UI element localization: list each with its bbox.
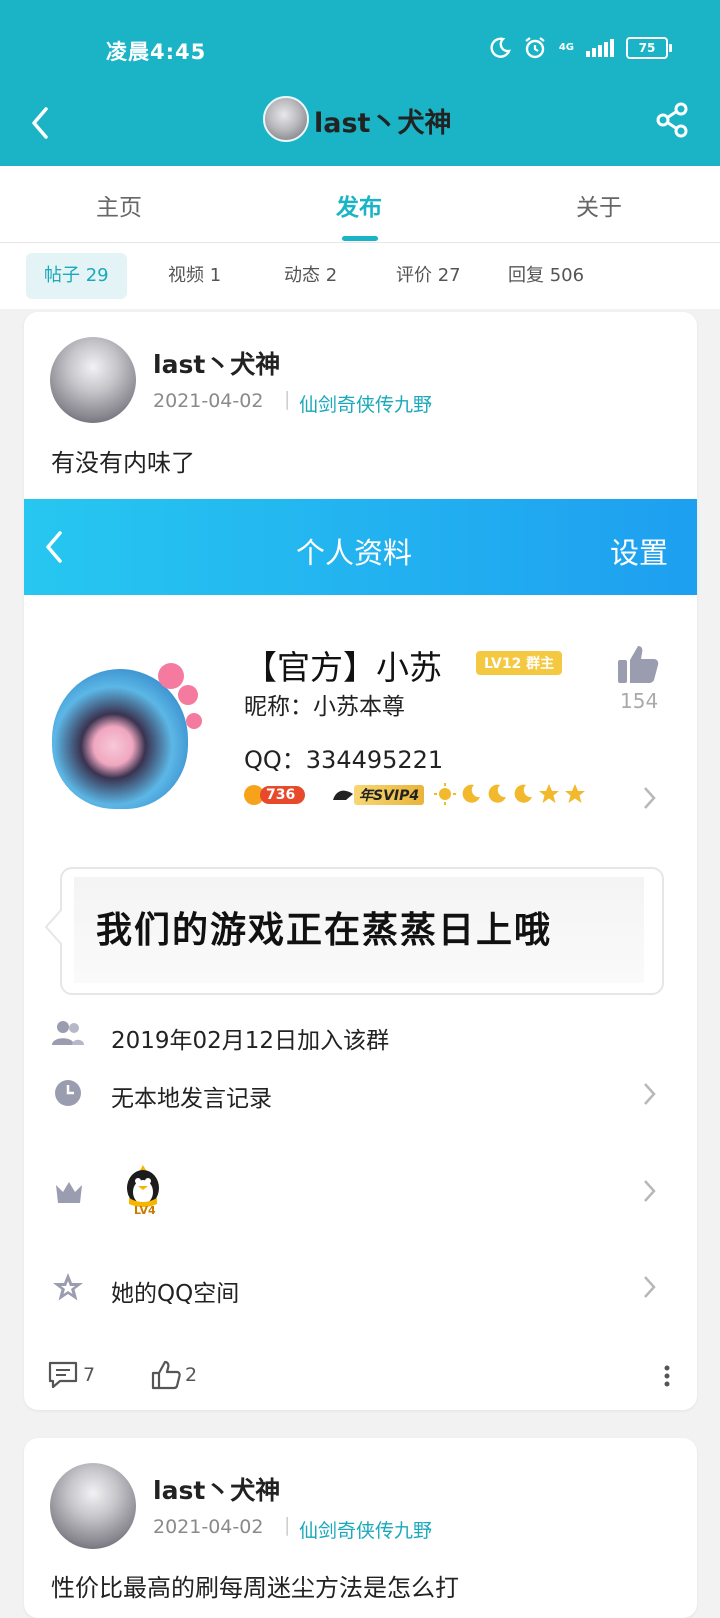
chevron-right-icon <box>644 1276 656 1298</box>
subtab-reviews[interactable]: 评价 27 <box>378 253 479 299</box>
image-bar-title: 个人资料 <box>296 536 413 570</box>
like-count: 154 <box>620 689 659 713</box>
alarm-icon <box>525 37 545 59</box>
vip-crown-icon <box>333 790 353 800</box>
author-avatar[interactable] <box>50 337 136 423</box>
tab-indicator <box>342 236 378 241</box>
join-date: 2019年02月12日加入该群 <box>111 1028 390 1054</box>
decor-blob <box>178 685 198 705</box>
sun-icon <box>434 783 456 805</box>
game-link[interactable]: 仙剑奇侠传九野 <box>299 390 432 417</box>
speech-history: 无本地发言记录 <box>111 1086 272 1112</box>
main-tabs: 主页 发布 关于 <box>0 166 720 243</box>
game-link[interactable]: 仙剑奇侠传九野 <box>299 1516 432 1543</box>
tab-publish[interactable]: 发布 <box>336 188 382 222</box>
chevron-right-icon <box>644 1180 656 1202</box>
like-count: 2 <box>185 1364 198 1386</box>
profile-avatar <box>52 669 188 809</box>
moon-level-icon <box>462 784 480 803</box>
page-title: last丶犬神 <box>314 108 452 139</box>
post-date: 2021-04-02 <box>153 1516 264 1538</box>
comment-count: 7 <box>83 1364 96 1386</box>
members-icon <box>52 1021 84 1045</box>
star-icon <box>53 1273 83 1301</box>
author-avatar[interactable] <box>50 1463 136 1549</box>
message-pointer <box>44 908 62 946</box>
level-badge: LV12 群主 <box>476 651 563 675</box>
qq-zone-link: 她的QQ空间 <box>111 1281 240 1307</box>
back-arrow-icon[interactable] <box>26 103 56 143</box>
profile-name: 【官方】小苏 <box>244 648 442 687</box>
coin-value: 736 <box>260 786 306 804</box>
post-text[interactable]: 有没有内味了 <box>51 443 195 478</box>
battery-icon: 75 <box>626 37 672 59</box>
subtab-videos[interactable]: 视频 1 <box>150 253 239 299</box>
star-level-icon <box>565 784 585 803</box>
status-bar: 凌晨4:45 4G 75 <box>0 0 720 92</box>
signal-icon <box>586 39 614 57</box>
author-name[interactable]: last丶犬神 <box>153 345 280 381</box>
meta-separator: | <box>284 388 291 410</box>
svip-badge: 年SVIP4 <box>332 785 425 805</box>
status-icons: 4G 75 <box>489 36 672 60</box>
comment-icon[interactable] <box>47 1360 79 1390</box>
subtab-posts[interactable]: 帖子 29 <box>26 253 127 299</box>
star-level-icon <box>539 784 559 803</box>
subtab-replies[interactable]: 回复 506 <box>490 253 602 299</box>
header-avatar <box>263 96 309 142</box>
status-time: 凌晨4:45 <box>106 40 207 64</box>
chevron-right-icon <box>644 787 656 809</box>
chevron-right-icon <box>644 1083 656 1105</box>
meta-separator: | <box>284 1514 291 1536</box>
tab-about[interactable]: 关于 <box>576 188 622 222</box>
post-image[interactable]: 个人资料 设置 【官方】小苏 LV12 群主 154 昵称：小苏本尊 QQ：33… <box>24 499 697 1337</box>
image-back-icon <box>46 531 62 563</box>
crown-icon <box>56 1182 82 1203</box>
subtab-moments[interactable]: 动态 2 <box>266 253 355 299</box>
decor-blob <box>186 713 202 729</box>
image-bar-settings: 设置 <box>610 536 669 570</box>
message-text: 我们的游戏正在蒸蒸日上哦 <box>96 910 553 951</box>
vip-label: 年SVIP4 <box>354 785 425 805</box>
post-text[interactable]: 性价比最高的刷每周迷尘方法是怎么打 <box>51 1568 459 1603</box>
network-type: 4G <box>558 42 574 53</box>
like-icon[interactable] <box>151 1360 181 1390</box>
share-icon[interactable] <box>654 100 690 140</box>
level-icons <box>434 783 586 805</box>
thumbs-up-icon <box>618 646 659 683</box>
more-options-icon[interactable] <box>663 1364 671 1388</box>
qq-number: QQ：334495221 <box>244 746 444 774</box>
tab-home[interactable]: 主页 <box>96 188 142 222</box>
author-name[interactable]: last丶犬神 <box>153 1471 280 1507</box>
moon-level-icon <box>488 784 506 803</box>
nickname-line: 昵称：小苏本尊 <box>244 694 405 720</box>
moon-icon <box>490 37 511 58</box>
coin-badge: 736 <box>244 785 306 805</box>
penguin-level: LV4 <box>134 1204 156 1217</box>
decor-blob <box>158 663 184 689</box>
moon-level-icon <box>514 784 532 803</box>
post-date: 2021-04-02 <box>153 390 264 412</box>
clock-icon <box>55 1080 81 1106</box>
image-profile-bar: 个人资料 设置 <box>24 499 697 595</box>
